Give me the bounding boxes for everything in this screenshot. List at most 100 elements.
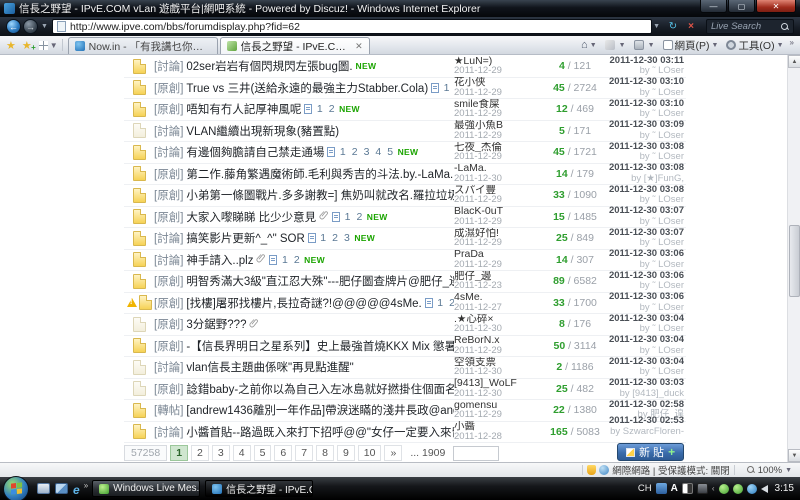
page-number-link[interactable]: 1	[343, 211, 352, 223]
page-number-link[interactable]: 3	[362, 146, 371, 158]
mail-icon[interactable]	[37, 483, 50, 494]
print-button[interactable]: ▼	[630, 40, 659, 50]
home-button[interactable]: ⌂▼	[577, 39, 601, 51]
page-button[interactable]: 7	[295, 445, 313, 461]
tab-forum[interactable]: 信長之野望 - IPvE.CO... ✕	[220, 37, 370, 54]
page-number-link[interactable]: 2	[331, 232, 340, 244]
tab-nowin[interactable]: Now.in - 「有我講乜你講...	[68, 37, 218, 54]
thread-title-link[interactable]: 3分鋸野???	[186, 316, 246, 332]
quick-tabs-button[interactable]: ▼	[35, 39, 63, 52]
tools-menu-button[interactable]: 工具(O)▼	[722, 38, 787, 53]
cmdbar-overflow-icon[interactable]: »	[788, 38, 796, 47]
thread-title-link[interactable]: 神手請入..plz	[186, 252, 253, 268]
taskbar-button-ie[interactable]: 信長之野望 - IPvE.C...	[205, 480, 313, 497]
page-number-link[interactable]: 1	[338, 146, 347, 158]
lastpost-author-link[interactable]: by ˜ LOser	[608, 260, 684, 271]
thread-title-link[interactable]: 有邊個夠膽請自己禁走通場	[186, 144, 324, 160]
page-button[interactable]: 4	[233, 445, 251, 461]
ime-panel-icon[interactable]	[682, 483, 693, 494]
page-number-link[interactable]: 2	[350, 146, 359, 158]
page-number-link[interactable]: 1	[442, 82, 451, 94]
lastpost-author-link[interactable]: by ˜ LOser	[608, 238, 684, 249]
lastpost-author-link[interactable]: by ˜ LOser	[608, 281, 684, 292]
network-tray-icon[interactable]	[747, 484, 757, 494]
taskbar-clock[interactable]: 3:15	[775, 483, 794, 494]
thread-title-link[interactable]: 第二作.藤角繁遇魔術師.毛利與秀吉的斗法.by.-LaMa.	[186, 166, 453, 182]
thread-title-link[interactable]: [找樓]屠邪找樓片,長拉奇謎?!@@@@@4sMe.	[186, 295, 421, 311]
next-page-button[interactable]: »	[384, 445, 402, 461]
address-dropdown-icon[interactable]: ▼	[653, 23, 660, 30]
add-favorite-icon[interactable]: ★	[19, 39, 35, 52]
page-number-link[interactable]: 3	[342, 232, 351, 244]
stop-button[interactable]: ×	[682, 19, 700, 34]
thread-title-link[interactable]: 諗錯baby-之前你以為自己入左冰島就好撚掛住個面名周圍吠?	[186, 381, 454, 397]
minimize-button[interactable]: —	[700, 0, 727, 13]
forward-button[interactable]: →	[23, 19, 38, 34]
last-page-link[interactable]: ... 1909	[405, 446, 450, 460]
page-button[interactable]: 3	[212, 445, 230, 461]
lastpost-author-link[interactable]: by ˜ LOser	[608, 195, 684, 206]
page-number-link[interactable]: 1	[280, 254, 289, 266]
history-dropdown-icon[interactable]: ▼	[41, 23, 48, 30]
show-desktop-icon[interactable]	[55, 483, 68, 494]
lastpost-author-link[interactable]: by ˜ LOser	[608, 324, 684, 335]
page-number-link[interactable]: 2	[327, 103, 336, 115]
page-button[interactable]: 6	[274, 445, 292, 461]
address-bar[interactable]: http://www.ipve.com/bbs/forumdisplay.php…	[52, 19, 652, 34]
tray-chevron-icon[interactable]: ‹	[712, 484, 715, 493]
lastpost-author-link[interactable]: by ˜ LOser	[608, 131, 684, 142]
keyboard-ime-icon[interactable]	[656, 483, 667, 494]
volume-icon[interactable]	[761, 485, 768, 493]
search-icon[interactable]	[781, 23, 789, 31]
lastpost-author-link[interactable]: by ˜ LOser	[608, 303, 684, 314]
lastpost-author-link[interactable]: by ˜ LOser	[608, 109, 684, 120]
maximize-button[interactable]: ▢	[728, 0, 755, 13]
page-number-link[interactable]: 5	[386, 146, 395, 158]
page-number-link[interactable]: 4	[374, 146, 383, 158]
page-number-link[interactable]: 1	[319, 232, 328, 244]
thread-title-link[interactable]: VLAN繼續出現新現象(豬置點)	[186, 123, 339, 139]
lastpost-author-link[interactable]: by ˜ LOser	[608, 66, 684, 77]
lastpost-author-link[interactable]: by ˜ LOser	[608, 346, 684, 357]
thread-title-link[interactable]: 搞笑影片更新^_^" SOR	[186, 230, 304, 246]
thread-title-link[interactable]: 02ser岩岩有個閃規閃左張bug圖.	[186, 58, 352, 74]
quicklaunch-overflow-icon[interactable]: »	[84, 481, 88, 490]
page-button[interactable]: 5	[254, 445, 272, 461]
lastpost-author-link[interactable]: by ˜ LOser	[608, 152, 684, 163]
page-number-link[interactable]: 2	[355, 211, 364, 223]
ime-tools-icon[interactable]	[697, 483, 708, 494]
page-number-link[interactable]: 1	[315, 103, 324, 115]
scroll-down-icon[interactable]: ▼	[788, 449, 800, 462]
thread-title-link[interactable]: 大家入嚟睇睇 比少少意見	[186, 209, 316, 225]
feeds-button[interactable]: ▼	[601, 40, 630, 50]
scroll-up-icon[interactable]: ▲	[788, 55, 800, 68]
refresh-button[interactable]: ↻	[664, 19, 682, 34]
zoom-control[interactable]: 100% ▼	[739, 465, 800, 476]
page-menu-button[interactable]: 網頁(P)▼	[659, 38, 723, 53]
language-indicator[interactable]: CH	[638, 483, 652, 494]
lastpost-author-link[interactable]: by ˜ LOser	[608, 367, 684, 378]
new-post-button[interactable]: 新 貼 +	[617, 443, 684, 461]
page-button[interactable]: 9	[337, 445, 355, 461]
favorites-icon[interactable]: ★	[3, 39, 19, 52]
thread-title-link[interactable]: 小醬首貼--路過既入來打下招呼@@"女仔一定要入來留cm!	[186, 424, 454, 440]
page-button[interactable]: 10	[358, 445, 382, 461]
thread-title-link[interactable]: 唔知有冇人記厚神風呢	[186, 101, 301, 117]
page-button[interactable]: 1	[170, 445, 188, 461]
page-button[interactable]: 8	[316, 445, 334, 461]
lastpost-author-link[interactable]: by [★]FunG,	[608, 174, 684, 185]
lastpost-author-link[interactable]: by [9413]_duck	[608, 389, 684, 400]
ie-quicklaunch-icon[interactable]: e	[73, 483, 80, 494]
page-button[interactable]: 2	[191, 445, 209, 461]
thread-title-link[interactable]: -【信長界明日之星系列】史上最強首燒KKX Mix 懲暑_秋雨伊達	[186, 338, 454, 354]
taskbar-button-messenger[interactable]: Windows Live Mes...	[92, 480, 200, 497]
thread-title-link[interactable]: vlan信長主題曲係咪"再見點進醒"	[186, 359, 353, 375]
thread-title-link[interactable]: 明智秀滿大3級"直江忍大殊"---肥仔圖查牌片@肥仔_邊	[186, 273, 454, 289]
lastpost-author-link[interactable]: by ˜ LOser	[608, 88, 684, 99]
tab-close-icon[interactable]: ✕	[355, 41, 363, 52]
scrollbar-thumb[interactable]	[789, 225, 800, 297]
page-jump-input[interactable]	[453, 446, 499, 461]
thread-title-link[interactable]: 小弟第一條圖戰片.多多謝教=] 焦奶叫就改名.羅拉垃圾圖戰	[186, 187, 454, 203]
messenger-status-icon[interactable]	[719, 484, 729, 494]
live-search-input[interactable]: Live Search	[706, 19, 794, 34]
